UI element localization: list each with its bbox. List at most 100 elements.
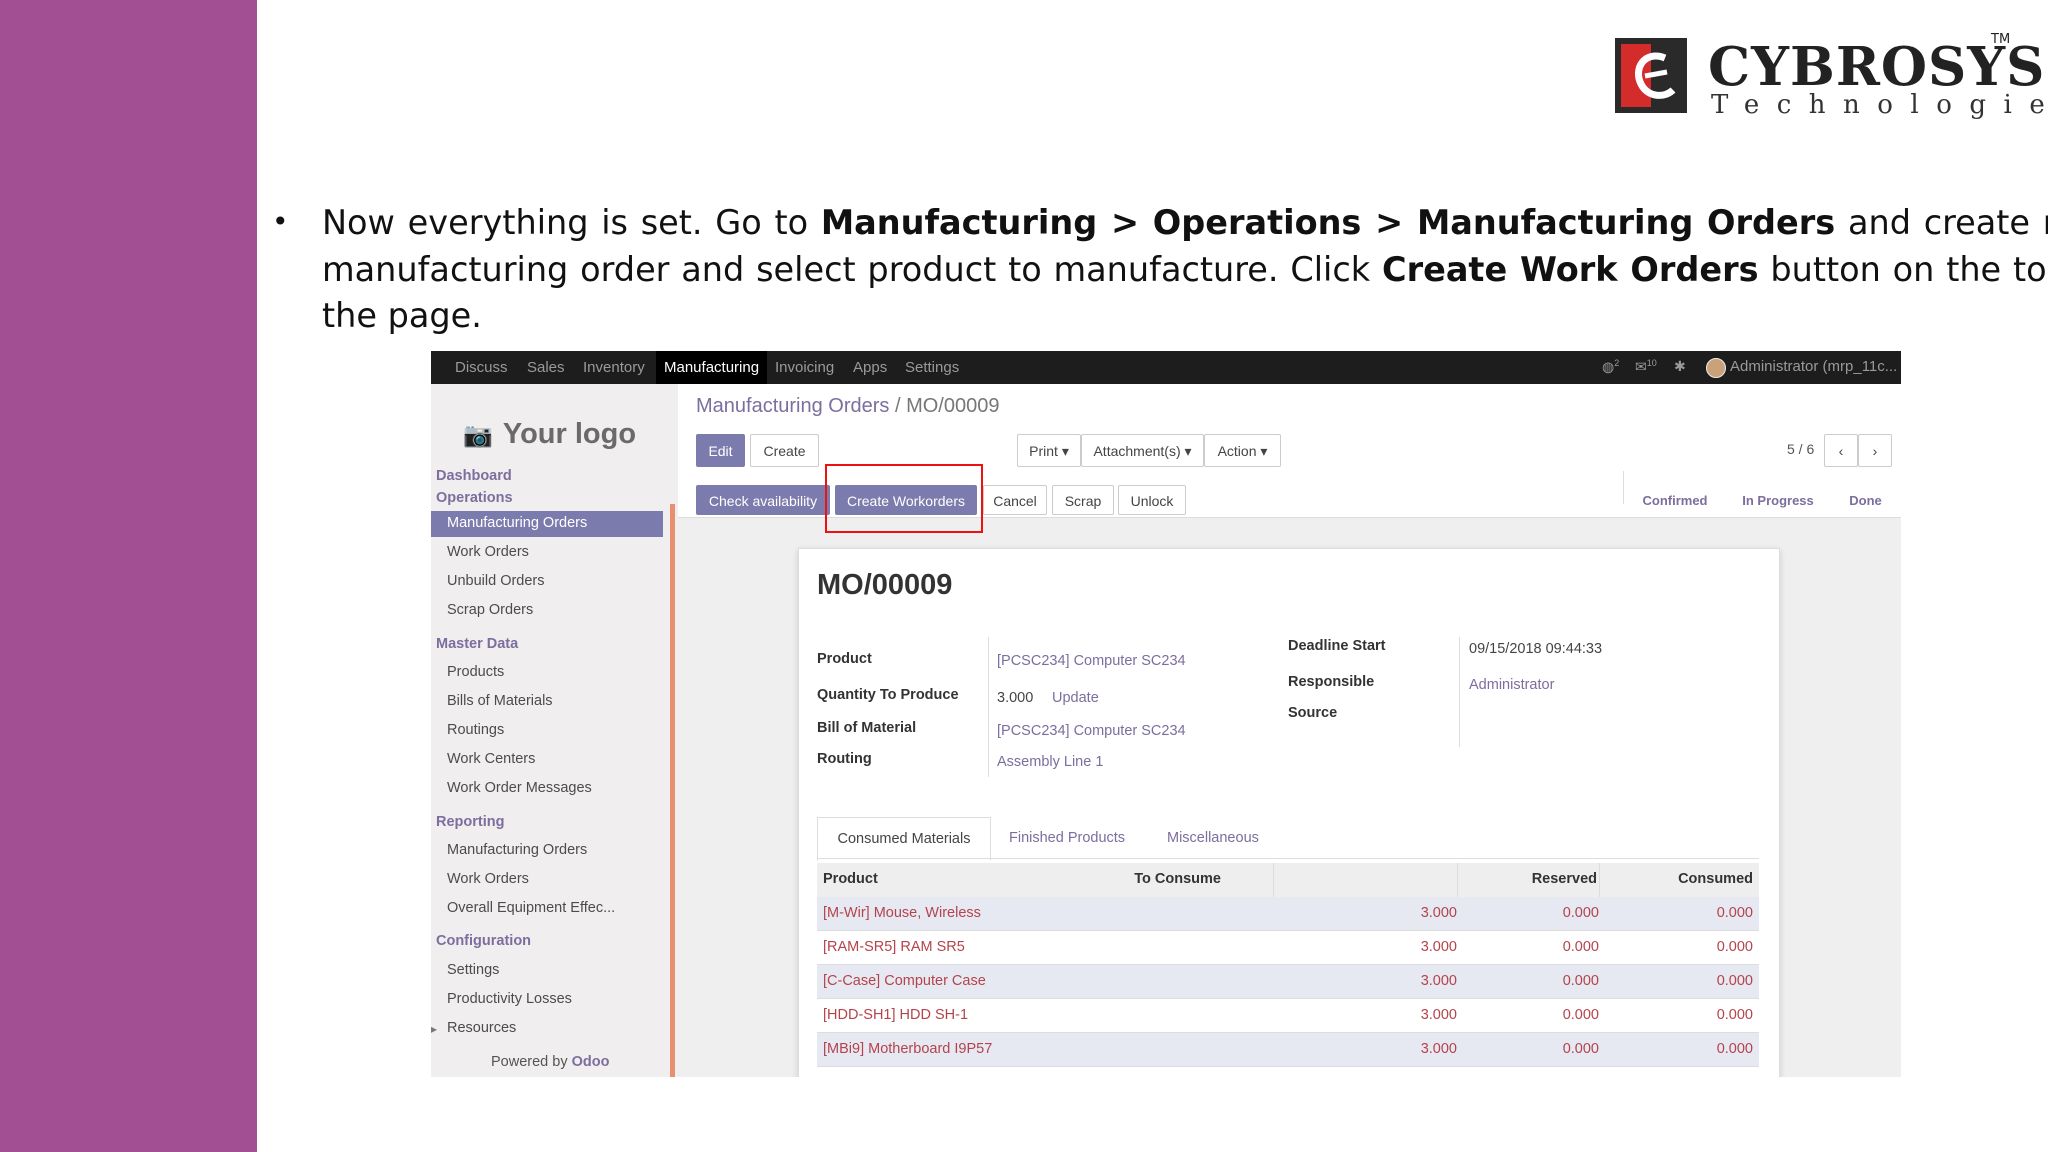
- user-menu[interactable]: Administrator (mrp_11c...: [1730, 358, 1897, 375]
- sidebar-section-operations[interactable]: Operations: [436, 490, 513, 506]
- menu-sales[interactable]: Sales: [527, 351, 565, 384]
- table-row[interactable]: [MBi9] Motherboard I9P57 3.000 0.000 0.0…: [817, 1033, 1759, 1067]
- bom-value[interactable]: [PCSC234] Computer SC234: [997, 723, 1186, 739]
- sidebar-item-manufacturing-orders[interactable]: Manufacturing Orders: [431, 511, 663, 537]
- sidebar-item-report-manufacturing-orders[interactable]: Manufacturing Orders: [447, 842, 587, 858]
- product-label: Product: [817, 651, 872, 667]
- sidebar-item-work-orders[interactable]: Work Orders: [447, 544, 529, 560]
- unlock-button[interactable]: Unlock: [1118, 485, 1186, 515]
- source-label: Source: [1288, 705, 1338, 721]
- user-avatar[interactable]: [1706, 358, 1726, 378]
- create-button[interactable]: Create: [750, 434, 819, 467]
- column-consumed[interactable]: Consumed: [1678, 871, 1753, 887]
- sidebar-item-bills-of-materials[interactable]: Bills of Materials: [447, 693, 553, 709]
- menu-discuss[interactable]: Discuss: [455, 351, 508, 384]
- chat-badge: 2: [1614, 358, 1620, 368]
- status-in-progress[interactable]: In Progress: [1726, 484, 1830, 517]
- tab-finished-products[interactable]: Finished Products: [1009, 817, 1125, 859]
- print-dropdown[interactable]: Print ▾: [1017, 434, 1081, 467]
- sidebar-item-oee[interactable]: Overall Equipment Effec...: [447, 900, 615, 916]
- sidebar-item-routings[interactable]: Routings: [447, 722, 504, 738]
- table-row[interactable]: [M-Wir] Mouse, Wireless 3.000 0.000 0.00…: [817, 897, 1759, 931]
- debug-bug-icon[interactable]: ✱: [1674, 358, 1686, 375]
- table-row[interactable]: [C-Case] Computer Case 3.000 0.000 0.000: [817, 965, 1759, 999]
- sidebar-item-products[interactable]: Products: [447, 664, 504, 680]
- row-product: [RAM-SR5] RAM SR5: [823, 939, 965, 955]
- scrap-button[interactable]: Scrap: [1052, 485, 1114, 515]
- chevron-left-icon: ‹: [1838, 443, 1844, 459]
- bullet-marker: •: [272, 205, 289, 238]
- sidebar-item-settings[interactable]: Settings: [447, 962, 499, 978]
- row-consumed: 0.000: [1716, 973, 1753, 989]
- sidebar-section-reporting[interactable]: Reporting: [436, 814, 504, 830]
- edit-button[interactable]: Edit: [696, 434, 745, 467]
- attachments-dropdown[interactable]: Attachment(s) ▾: [1081, 434, 1204, 467]
- tab-consumed-materials[interactable]: Consumed Materials: [817, 817, 991, 861]
- column-to-consume[interactable]: To Consume: [1134, 871, 1221, 887]
- instruction-bold: Create Work Orders: [1382, 249, 1759, 289]
- routing-label: Routing: [817, 751, 872, 767]
- sidebar-item-resources[interactable]: Resources: [447, 1020, 516, 1036]
- tab-underline: [817, 858, 1759, 859]
- action-dropdown[interactable]: Action ▾: [1204, 434, 1281, 467]
- brand-trademark: TM: [1991, 32, 2011, 47]
- menu-apps[interactable]: Apps: [853, 351, 887, 384]
- menu-invoicing[interactable]: Invoicing: [775, 351, 834, 384]
- responsible-label: Responsible: [1288, 674, 1375, 690]
- field-divider: [988, 637, 989, 777]
- status-done[interactable]: Done: [1830, 484, 1901, 517]
- pager-next-button[interactable]: ›: [1858, 434, 1892, 467]
- breadcrumb-separator: /: [889, 395, 907, 417]
- row-product: [HDD-SH1] HDD SH-1: [823, 1007, 969, 1023]
- chat-icon[interactable]: ◍2: [1602, 358, 1619, 376]
- check-availability-button[interactable]: Check availability: [696, 485, 830, 515]
- cancel-button[interactable]: Cancel: [983, 485, 1047, 515]
- sidebar-item-work-centers[interactable]: Work Centers: [447, 751, 535, 767]
- sidebar-section-master-data[interactable]: Master Data: [436, 636, 518, 652]
- table-header: Product To Consume Reserved Consumed: [817, 863, 1759, 898]
- row-consumed: 0.000: [1716, 905, 1753, 921]
- status-confirmed[interactable]: Confirmed: [1624, 484, 1726, 517]
- sidebar-section-configuration[interactable]: Configuration: [436, 933, 531, 949]
- product-value[interactable]: [PCSC234] Computer SC234: [997, 653, 1186, 669]
- pager-value[interactable]: 5 / 6: [1787, 441, 1814, 457]
- responsible-value[interactable]: Administrator: [1469, 677, 1554, 693]
- row-reserved: 0.000: [1562, 939, 1599, 955]
- sidebar-scroll-edge[interactable]: [670, 504, 675, 1077]
- tab-miscellaneous[interactable]: Miscellaneous: [1167, 817, 1259, 859]
- sidebar-item-report-work-orders[interactable]: Work Orders: [447, 871, 529, 887]
- instruction-separator: >: [1097, 203, 1153, 242]
- menu-inventory[interactable]: Inventory: [583, 351, 645, 384]
- table-row[interactable]: [RAM-SR5] RAM SR5 3.000 0.000 0.000: [817, 931, 1759, 965]
- sidebar-section-dashboard[interactable]: Dashboard: [436, 468, 512, 484]
- pager-previous-button[interactable]: ‹: [1824, 434, 1858, 467]
- sidebar-item-productivity-losses[interactable]: Productivity Losses: [447, 991, 572, 1007]
- instruction-part: Now everything is set. Go to: [322, 203, 821, 242]
- column-product[interactable]: Product: [823, 871, 878, 887]
- instruction-bold: Operations: [1152, 203, 1362, 242]
- routing-value[interactable]: Assembly Line 1: [997, 754, 1103, 770]
- camera-icon: 📷: [463, 422, 493, 449]
- messages-icon[interactable]: ✉10: [1635, 358, 1657, 376]
- column-divider: [1599, 863, 1600, 897]
- table-row[interactable]: [HDD-SH1] HDD SH-1 3.000 0.000 0.000: [817, 999, 1759, 1033]
- row-reserved: 0.000: [1562, 1041, 1599, 1057]
- deadline-value: 09/15/2018 09:44:33: [1469, 641, 1603, 657]
- record-title: MO/00009: [817, 569, 953, 601]
- update-quantity-button[interactable]: Update: [1052, 690, 1099, 706]
- breadcrumb-current: MO/00009: [906, 395, 1000, 417]
- quantity-value: 3.000: [997, 690, 1034, 706]
- chevron-right-icon: ›: [1872, 443, 1878, 459]
- odoo-link[interactable]: Odoo: [572, 1054, 610, 1070]
- powered-by: Powered by Odoo: [491, 1054, 609, 1070]
- column-reserved[interactable]: Reserved: [1532, 871, 1597, 887]
- menu-settings[interactable]: Settings: [905, 351, 959, 384]
- sidebar-item-label: Manufacturing Orders: [447, 515, 588, 531]
- sidebar-item-work-order-messages[interactable]: Work Order Messages: [447, 780, 592, 796]
- row-to-consume: 3.000: [1420, 905, 1457, 921]
- breadcrumb-parent[interactable]: Manufacturing Orders: [696, 395, 889, 417]
- sidebar-item-unbuild-orders[interactable]: Unbuild Orders: [447, 573, 545, 589]
- sidebar-item-scrap-orders[interactable]: Scrap Orders: [447, 602, 533, 618]
- menu-manufacturing[interactable]: Manufacturing: [656, 351, 768, 384]
- powered-prefix: Powered by: [491, 1054, 572, 1070]
